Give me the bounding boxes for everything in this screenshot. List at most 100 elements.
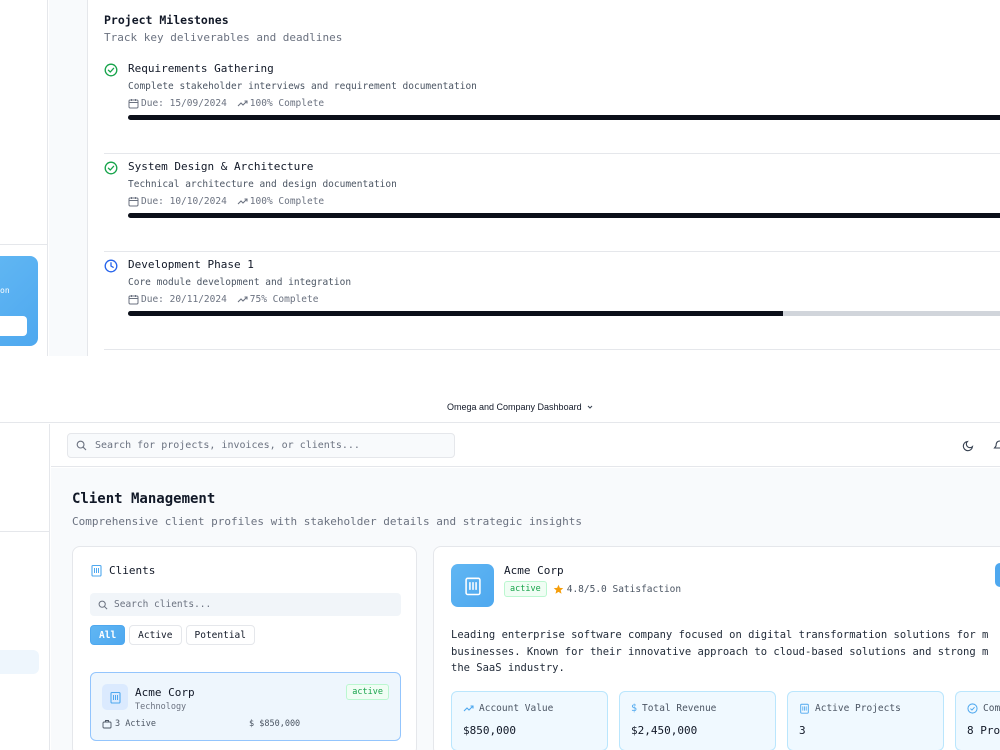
filter-active[interactable]: Active <box>129 625 182 645</box>
milestone-name: Requirements Gathering <box>128 62 274 75</box>
check-circle-icon <box>967 703 978 714</box>
client-projects-label: 3 Active <box>115 719 156 729</box>
window-title-dropdown[interactable]: Omega and Company Dashboard <box>447 402 594 412</box>
building-icon <box>800 703 809 714</box>
milestone-due: Due: 20/11/2024 <box>141 294 227 305</box>
client-search-placeholder: Search clients... <box>114 599 212 610</box>
milestone-meta: Due: 10/10/2024 100% Complete <box>128 196 324 207</box>
check-circle-icon <box>104 63 118 77</box>
calendar-icon <box>128 99 139 109</box>
client-management-screen: Omega and Company Dashboard Search for p… <box>0 392 1000 750</box>
milestones-card: Project Milestones Track key deliverable… <box>87 0 1000 356</box>
filter-potential[interactable]: Potential <box>185 625 255 645</box>
metric-value: 8 Pro <box>967 724 1000 737</box>
milestones-title: Project Milestones <box>104 13 229 27</box>
client-detail-status-row: active 4.8/5.0 Satisfaction <box>504 581 681 597</box>
milestone-item: System Design & Architecture Technical a… <box>104 154 1000 252</box>
milestone-progress-bar <box>128 311 1000 316</box>
client-industry: Technology <box>135 702 187 712</box>
status-badge: active <box>504 581 547 597</box>
milestone-progress-fill <box>128 115 1000 120</box>
metric-account-value: Account Value $850,000 <box>451 691 608 750</box>
trending-up-icon <box>237 198 248 205</box>
client-search-input[interactable]: Search clients... <box>90 593 401 616</box>
metric-value: $850,000 <box>463 724 516 737</box>
milestone-complete: 100% Complete <box>249 98 325 109</box>
milestone-meta: Due: 20/11/2024 75% Complete <box>128 294 318 305</box>
milestone-progress-fill <box>128 213 1000 218</box>
clients-header: Clients <box>90 564 155 577</box>
building-icon <box>91 564 102 577</box>
metric-label: Active Projects <box>815 703 901 714</box>
milestone-name: Development Phase 1 <box>128 258 254 271</box>
sidebar-divider <box>0 531 50 532</box>
client-description-line: the SaaS industry. <box>451 662 565 674</box>
milestone-due: Due: 10/10/2024 <box>141 196 227 207</box>
milestones-subtitle: Track key deliverables and deadlines <box>104 31 343 44</box>
metric-value: 3 <box>799 724 806 737</box>
promo-text-fragment: on <box>0 286 10 295</box>
trending-up-icon <box>463 705 474 712</box>
satisfaction-rating: 4.8/5.0 Satisfaction <box>553 584 681 595</box>
milestone-item: Requirements Gathering Complete stakehol… <box>104 56 1000 154</box>
milestone-description: Complete stakeholder interviews and requ… <box>128 81 477 92</box>
milestones-screen: on Project Milestones Track key delivera… <box>0 0 1000 356</box>
clients-heading: Clients <box>109 564 156 577</box>
milestone-description: Core module development and integration <box>128 277 352 288</box>
sidebar-promo-card: on <box>0 256 38 346</box>
window-title-bar: Omega and Company Dashboard <box>0 392 1000 423</box>
edit-client-button[interactable] <box>995 563 1000 587</box>
building-icon <box>109 691 121 704</box>
client-description: Leading enterprise software company focu… <box>451 627 1000 677</box>
filter-all[interactable]: All <box>90 625 126 645</box>
trending-up-icon <box>237 100 248 107</box>
status-badge: active <box>346 684 389 700</box>
page-subtitle: Comprehensive client profiles with stake… <box>72 515 582 528</box>
moon-icon[interactable] <box>962 438 976 452</box>
chevron-down-icon <box>587 405 592 409</box>
milestone-complete: 75% Complete <box>249 294 319 305</box>
top-bar: Search for projects, invoices, or client… <box>51 424 1000 467</box>
client-filters: All Active Potential <box>90 625 255 645</box>
dollar-icon: $ <box>631 703 638 714</box>
client-name: Acme Corp <box>135 686 195 699</box>
metric-completed: Com 8 Pro <box>955 691 1000 750</box>
content-gutter <box>49 0 87 356</box>
sidebar-item-active[interactable] <box>0 650 39 674</box>
clients-panel: Clients Search clients... All Active Pot… <box>72 546 417 750</box>
client-value: $ $850,000 <box>249 719 301 729</box>
milestone-progress-fill <box>128 311 783 316</box>
client-description-line: businesses. Known for their innovative a… <box>451 645 989 658</box>
milestone-due: Due: 15/09/2024 <box>141 98 227 109</box>
promo-button[interactable] <box>0 316 27 336</box>
milestone-meta: Due: 15/09/2024 100% Complete <box>128 98 324 109</box>
metric-label: Com <box>983 703 1000 714</box>
milestone-progress-bar <box>128 213 1000 218</box>
search-placeholder: Search for projects, invoices, or client… <box>95 440 360 451</box>
metric-value: $2,450,000 <box>631 724 698 737</box>
calendar-icon <box>128 295 139 305</box>
milestone-description: Technical architecture and design docume… <box>128 179 397 190</box>
metric-total-revenue: $ Total Revenue $2,450,000 <box>619 691 776 750</box>
metric-active-projects: Active Projects 3 <box>787 691 944 750</box>
search-icon <box>98 600 108 609</box>
bell-icon[interactable] <box>993 438 1000 452</box>
sidebar: on <box>0 0 48 356</box>
client-list-item[interactable]: Acme Corp Technology active 3 Active $ $… <box>90 672 401 741</box>
building-icon <box>464 577 481 595</box>
star-icon <box>553 584 563 594</box>
milestone-name: System Design & Architecture <box>128 160 314 173</box>
satisfaction-label: 4.8/5.0 Satisfaction <box>566 583 682 595</box>
global-search-input[interactable]: Search for projects, invoices, or client… <box>67 433 455 458</box>
milestone-complete: 100% Complete <box>249 196 325 207</box>
page-title: Client Management <box>72 491 216 507</box>
client-detail-panel: Acme Corp active 4.8/5.0 Satisfaction Le… <box>433 546 1000 750</box>
metric-label: Total Revenue <box>642 703 717 714</box>
client-detail-name: Acme Corp <box>504 564 564 577</box>
client-description-line: Leading enterprise software company focu… <box>451 629 989 641</box>
window-title: Omega and Company Dashboard <box>447 402 582 412</box>
briefcase-icon <box>102 720 112 729</box>
milestone-progress-bar <box>128 115 1000 120</box>
sidebar <box>0 424 50 750</box>
milestone-item: Development Phase 1 Core module developm… <box>104 252 1000 350</box>
